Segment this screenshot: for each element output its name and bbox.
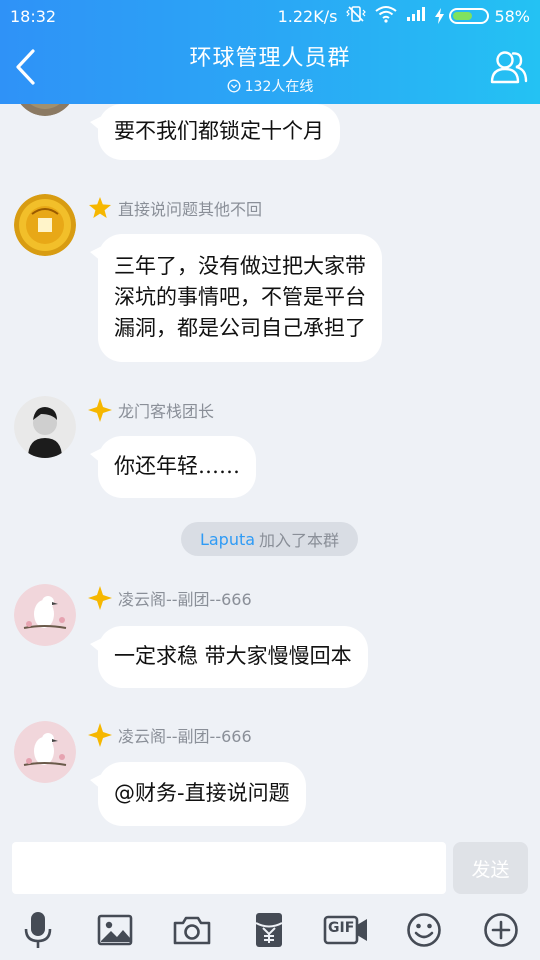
- avatar[interactable]: [14, 194, 76, 256]
- battery-icon: [449, 8, 490, 24]
- sender-name[interactable]: 龙门客栈团长: [88, 398, 214, 422]
- status-bar: 18:32 1.22K/s 58%: [0, 0, 540, 32]
- network-speed: 1.22K/s: [277, 6, 338, 26]
- message-input[interactable]: [12, 842, 446, 894]
- gif-label: GIF: [328, 920, 355, 936]
- group-members-icon: [490, 51, 528, 84]
- message-bubble[interactable]: 三年了，没有做过把大家带 深坑的事情吧，不管是平台 漏洞，都是公司自己承担了: [90, 234, 382, 362]
- status-right: 1.22K/s 58%: [278, 4, 530, 28]
- sender-name[interactable]: 凌云阁--副团--666: [88, 723, 252, 747]
- title-block: 环球管理人员群 132人在线: [120, 40, 420, 96]
- image-icon: [97, 914, 133, 946]
- emoji-button[interactable]: [402, 908, 446, 952]
- gif-button[interactable]: GIF: [322, 908, 370, 952]
- sender-name-text: 凌云阁--副团--666: [118, 590, 252, 609]
- diamond-badge-icon: [88, 586, 112, 610]
- chevron-left-icon: [16, 49, 35, 85]
- status-time: 18:32: [10, 6, 57, 26]
- back-button[interactable]: [4, 42, 46, 92]
- avatar[interactable]: [14, 396, 76, 458]
- battery-indicator: 58%: [435, 7, 530, 26]
- message-line: 深坑的事情吧，不管是平台: [114, 285, 366, 309]
- message-bubble[interactable]: 你还年轻……: [90, 436, 256, 498]
- online-status: 132人在线: [120, 76, 420, 96]
- wifi-icon: [375, 5, 398, 27]
- diamond-badge-icon: [88, 723, 112, 747]
- diamond-badge-icon: [88, 398, 112, 422]
- system-notice: Laputa 加入了本群: [181, 522, 358, 556]
- sender-name[interactable]: 凌云阁--副团--666: [88, 586, 252, 610]
- sender-name-text: 凌云阁--副团--666: [118, 727, 252, 746]
- online-count: 132人在线: [244, 79, 314, 95]
- system-notice-text: 加入了本群: [259, 531, 340, 550]
- sender-name[interactable]: 直接说问题其他不回: [88, 196, 262, 220]
- plus-circle-icon: [484, 913, 518, 947]
- joined-user-link[interactable]: Laputa: [200, 530, 255, 549]
- message-bubble[interactable]: 一定求稳 带大家慢慢回本: [90, 626, 368, 688]
- microphone-icon: [24, 912, 52, 948]
- send-button[interactable]: 发送: [453, 842, 528, 894]
- avatar[interactable]: [14, 721, 76, 783]
- smiley-icon: [407, 913, 441, 947]
- red-packet-button[interactable]: [247, 908, 291, 952]
- group-members-button[interactable]: [488, 46, 530, 88]
- sender-name-text: 龙门客栈团长: [118, 402, 215, 421]
- vibrate-icon: [346, 4, 367, 28]
- battery-percent: 58%: [494, 6, 530, 26]
- more-button[interactable]: [479, 908, 523, 952]
- header-bar: 18:32 1.22K/s 58% 环球管理人员群 132人在线: [0, 0, 540, 104]
- group-title: 环球管理人员群: [189, 46, 351, 71]
- message-bubble[interactable]: 要不我们都锁定十个月: [90, 104, 340, 160]
- input-area: 发送 GIF: [0, 836, 540, 960]
- message-line: 三年了，没有做过把大家带: [114, 254, 366, 278]
- chat-area[interactable]: 要不我们都锁定十个月 直接说问题其他不回 三年了，没有做过把大家带 深坑的事情吧…: [0, 104, 540, 836]
- avatar[interactable]: [14, 104, 76, 116]
- red-packet-icon: [255, 913, 283, 947]
- battery-level: [453, 12, 472, 20]
- voice-button[interactable]: [16, 908, 60, 952]
- image-button[interactable]: [93, 908, 137, 952]
- camera-button[interactable]: [170, 908, 214, 952]
- message-bubble[interactable]: @财务-直接说问题: [90, 762, 306, 826]
- sender-name-text: 直接说问题其他不回: [118, 200, 263, 219]
- charging-icon: [435, 8, 445, 24]
- signal-icon: [406, 6, 426, 26]
- message-line: 漏洞，都是公司自己承担了: [114, 316, 366, 340]
- avatar[interactable]: [14, 584, 76, 646]
- camera-icon: [173, 916, 211, 945]
- chevron-down-circle-icon: [227, 79, 241, 93]
- star-badge-icon: [89, 197, 111, 218]
- navbar: 环球管理人员群 132人在线: [0, 32, 540, 104]
